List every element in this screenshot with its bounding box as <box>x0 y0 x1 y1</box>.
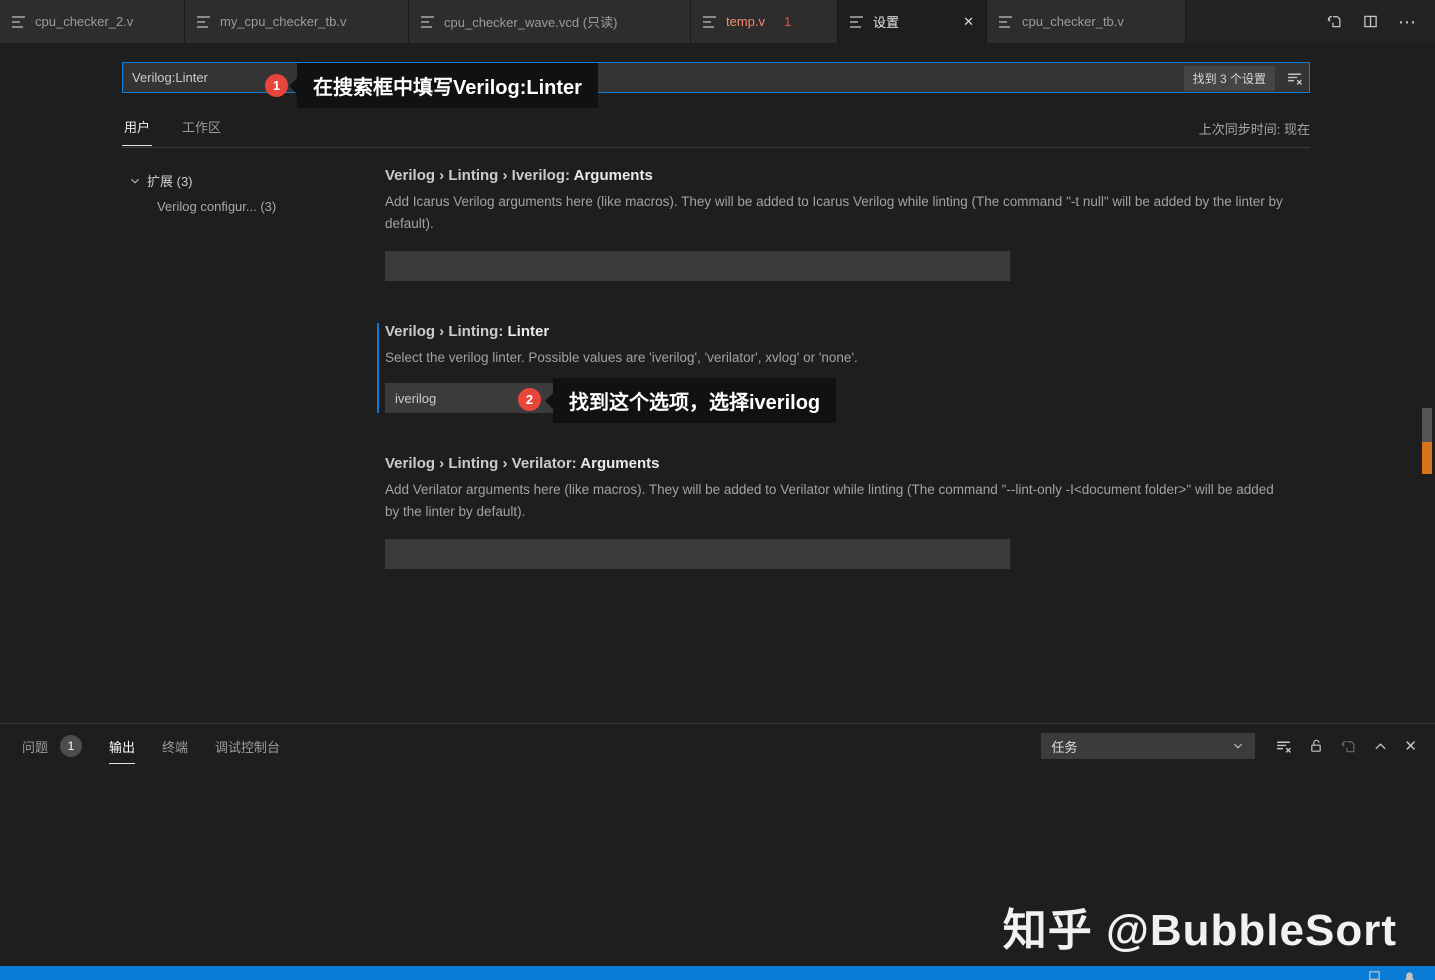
close-icon[interactable]: ✕ <box>963 14 974 30</box>
setting-label: Arguments <box>580 455 660 472</box>
chevron-down-icon <box>1234 743 1243 749</box>
verilator-arguments-input[interactable] <box>385 539 1010 569</box>
toc-group-extensions[interactable]: 扩展 (3) <box>122 171 385 190</box>
scope-tab-workspace[interactable]: 工作区 <box>180 111 223 145</box>
setting-label: Arguments <box>573 167 653 184</box>
output-channel-value: 任务 <box>1051 739 1078 755</box>
close-panel-icon[interactable]: ✕ <box>1404 737 1417 755</box>
problems-count-badge: 1 <box>60 735 83 757</box>
tab-label: my_cpu_checker_tb.v <box>220 14 347 29</box>
setting-verilator-arguments: Verilog › Linting › Verilator: Arguments… <box>385 455 1310 569</box>
panel-tab-terminal[interactable]: 终端 <box>162 737 188 756</box>
maximize-panel-icon[interactable] <box>1373 739 1388 754</box>
last-sync-status: 上次同步时间: 现在 <box>1198 121 1310 137</box>
lock-icon[interactable] <box>1308 738 1324 754</box>
file-icon <box>850 15 864 28</box>
setting-description: Select the verilog linter. Possible valu… <box>385 350 858 365</box>
tab-cpu-checker-2[interactable]: cpu_checker_2.v <box>0 0 185 43</box>
panel-header: 问题 1 输出 终端 调试控制台 任务 ✕ <box>0 724 1435 768</box>
linter-select-value: iverilog <box>395 390 437 406</box>
settings-scope-tabs: 用户 工作区 上次同步时间: 现在 <box>122 109 1310 148</box>
file-icon <box>12 15 26 28</box>
split-editor-icon[interactable] <box>1362 13 1379 30</box>
setting-category: Verilog › Linting › Verilator: <box>385 455 581 472</box>
panel-tab-label: 问题 <box>22 739 49 755</box>
editor-scrollbar[interactable] <box>1422 408 1432 442</box>
tab-label: cpu_checker_wave.vcd (只读) <box>444 15 618 30</box>
file-icon <box>703 15 717 28</box>
panel-tab-label: 输出 <box>109 737 136 764</box>
panel-tab-label: 终端 <box>162 739 189 755</box>
go-to-file-icon[interactable] <box>1326 13 1343 30</box>
editor-tab-bar: cpu_checker_2.v my_cpu_checker_tb.v cpu_… <box>0 0 1435 43</box>
notifications-bell-icon[interactable] <box>1402 969 1417 980</box>
annotation-badge-1: 1 <box>265 74 288 97</box>
toc-group-label: 扩展 (3) <box>147 174 193 189</box>
settings-list: Verilog › Linting › Iverilog: Arguments … <box>377 149 1310 723</box>
chevron-down-icon <box>131 178 139 184</box>
feedback-icon[interactable] <box>1367 969 1382 980</box>
panel-tab-label: 调试控制台 <box>215 739 281 755</box>
setting-linter: Verilog › Linting: Linter Select the ver… <box>377 323 1310 413</box>
panel-actions: 任务 ✕ <box>1041 733 1417 759</box>
go-to-file-icon[interactable] <box>1340 738 1357 755</box>
tab-label: temp.v <box>726 14 766 29</box>
tab-cpu-checker-wave-vcd[interactable]: cpu_checker_wave.vcd (只读) <box>409 0 691 43</box>
panel-tab-output[interactable]: 输出 <box>109 737 136 764</box>
overview-ruler-match-marker <box>1422 442 1432 474</box>
clear-filter-icon[interactable] <box>1286 70 1303 87</box>
setting-title: Verilog › Linting › Iverilog: Arguments <box>385 167 1310 184</box>
iverilog-arguments-input[interactable] <box>385 251 1010 281</box>
tab-label: 设置 <box>873 15 900 30</box>
panel-tab-problems[interactable]: 问题 1 <box>22 735 83 757</box>
setting-title: Verilog › Linting › Verilator: Arguments <box>385 455 1310 472</box>
settings-toc: 扩展 (3) Verilog configur... (3) <box>122 149 385 723</box>
setting-category: Verilog › Linting › Iverilog: <box>385 167 574 184</box>
tab-label: cpu_checker_tb.v <box>1022 14 1124 29</box>
setting-label: Linter <box>507 323 550 340</box>
watermark: 知乎 @BubbleSort <box>1002 906 1397 955</box>
file-icon <box>421 15 435 28</box>
tab-temp-v[interactable]: temp.v 1 <box>691 0 838 43</box>
setting-title: Verilog › Linting: Linter <box>385 323 1310 340</box>
scope-tab-user[interactable]: 用户 <box>122 111 153 146</box>
annotation-tooltip-2: 找到这个选项，选择iverilog <box>544 378 837 423</box>
setting-description: Add Verilator arguments here (like macro… <box>385 482 1274 519</box>
editor-actions: ⋯ <box>1308 0 1435 43</box>
panel-tab-debug-console[interactable]: 调试控制台 <box>215 737 280 756</box>
setting-category: Verilog › Linting: <box>385 323 508 340</box>
annotation-badge-2: 2 <box>518 388 541 411</box>
tab-cpu-checker-tb[interactable]: cpu_checker_tb.v <box>987 0 1186 43</box>
file-icon <box>999 15 1013 28</box>
tab-label: cpu_checker_2.v <box>35 14 134 29</box>
tab-my-cpu-checker-tb[interactable]: my_cpu_checker_tb.v <box>185 0 409 43</box>
setting-iverilog-arguments: Verilog › Linting › Iverilog: Arguments … <box>385 167 1310 281</box>
annotation-tooltip-1: 在搜索框中填写Verilog:Linter <box>289 63 598 108</box>
file-icon <box>197 15 211 28</box>
settings-result-count: 找到 3 个设置 <box>1183 66 1275 91</box>
more-actions-icon[interactable]: ⋯ <box>1398 13 1417 31</box>
toc-item-verilog-configuration[interactable]: Verilog configur... (3) <box>122 199 385 214</box>
tab-error-count: 1 <box>784 14 792 29</box>
status-bar <box>0 966 1435 980</box>
output-channel-select[interactable]: 任务 <box>1041 733 1256 759</box>
bottom-panel: 问题 1 输出 终端 调试控制台 任务 ✕ 知乎 @BubbleSort <box>0 723 1435 966</box>
clear-output-icon[interactable] <box>1275 738 1292 755</box>
tab-settings[interactable]: 设置 ✕ <box>838 0 987 43</box>
setting-description: Add Icarus Verilog arguments here (like … <box>385 194 1283 231</box>
